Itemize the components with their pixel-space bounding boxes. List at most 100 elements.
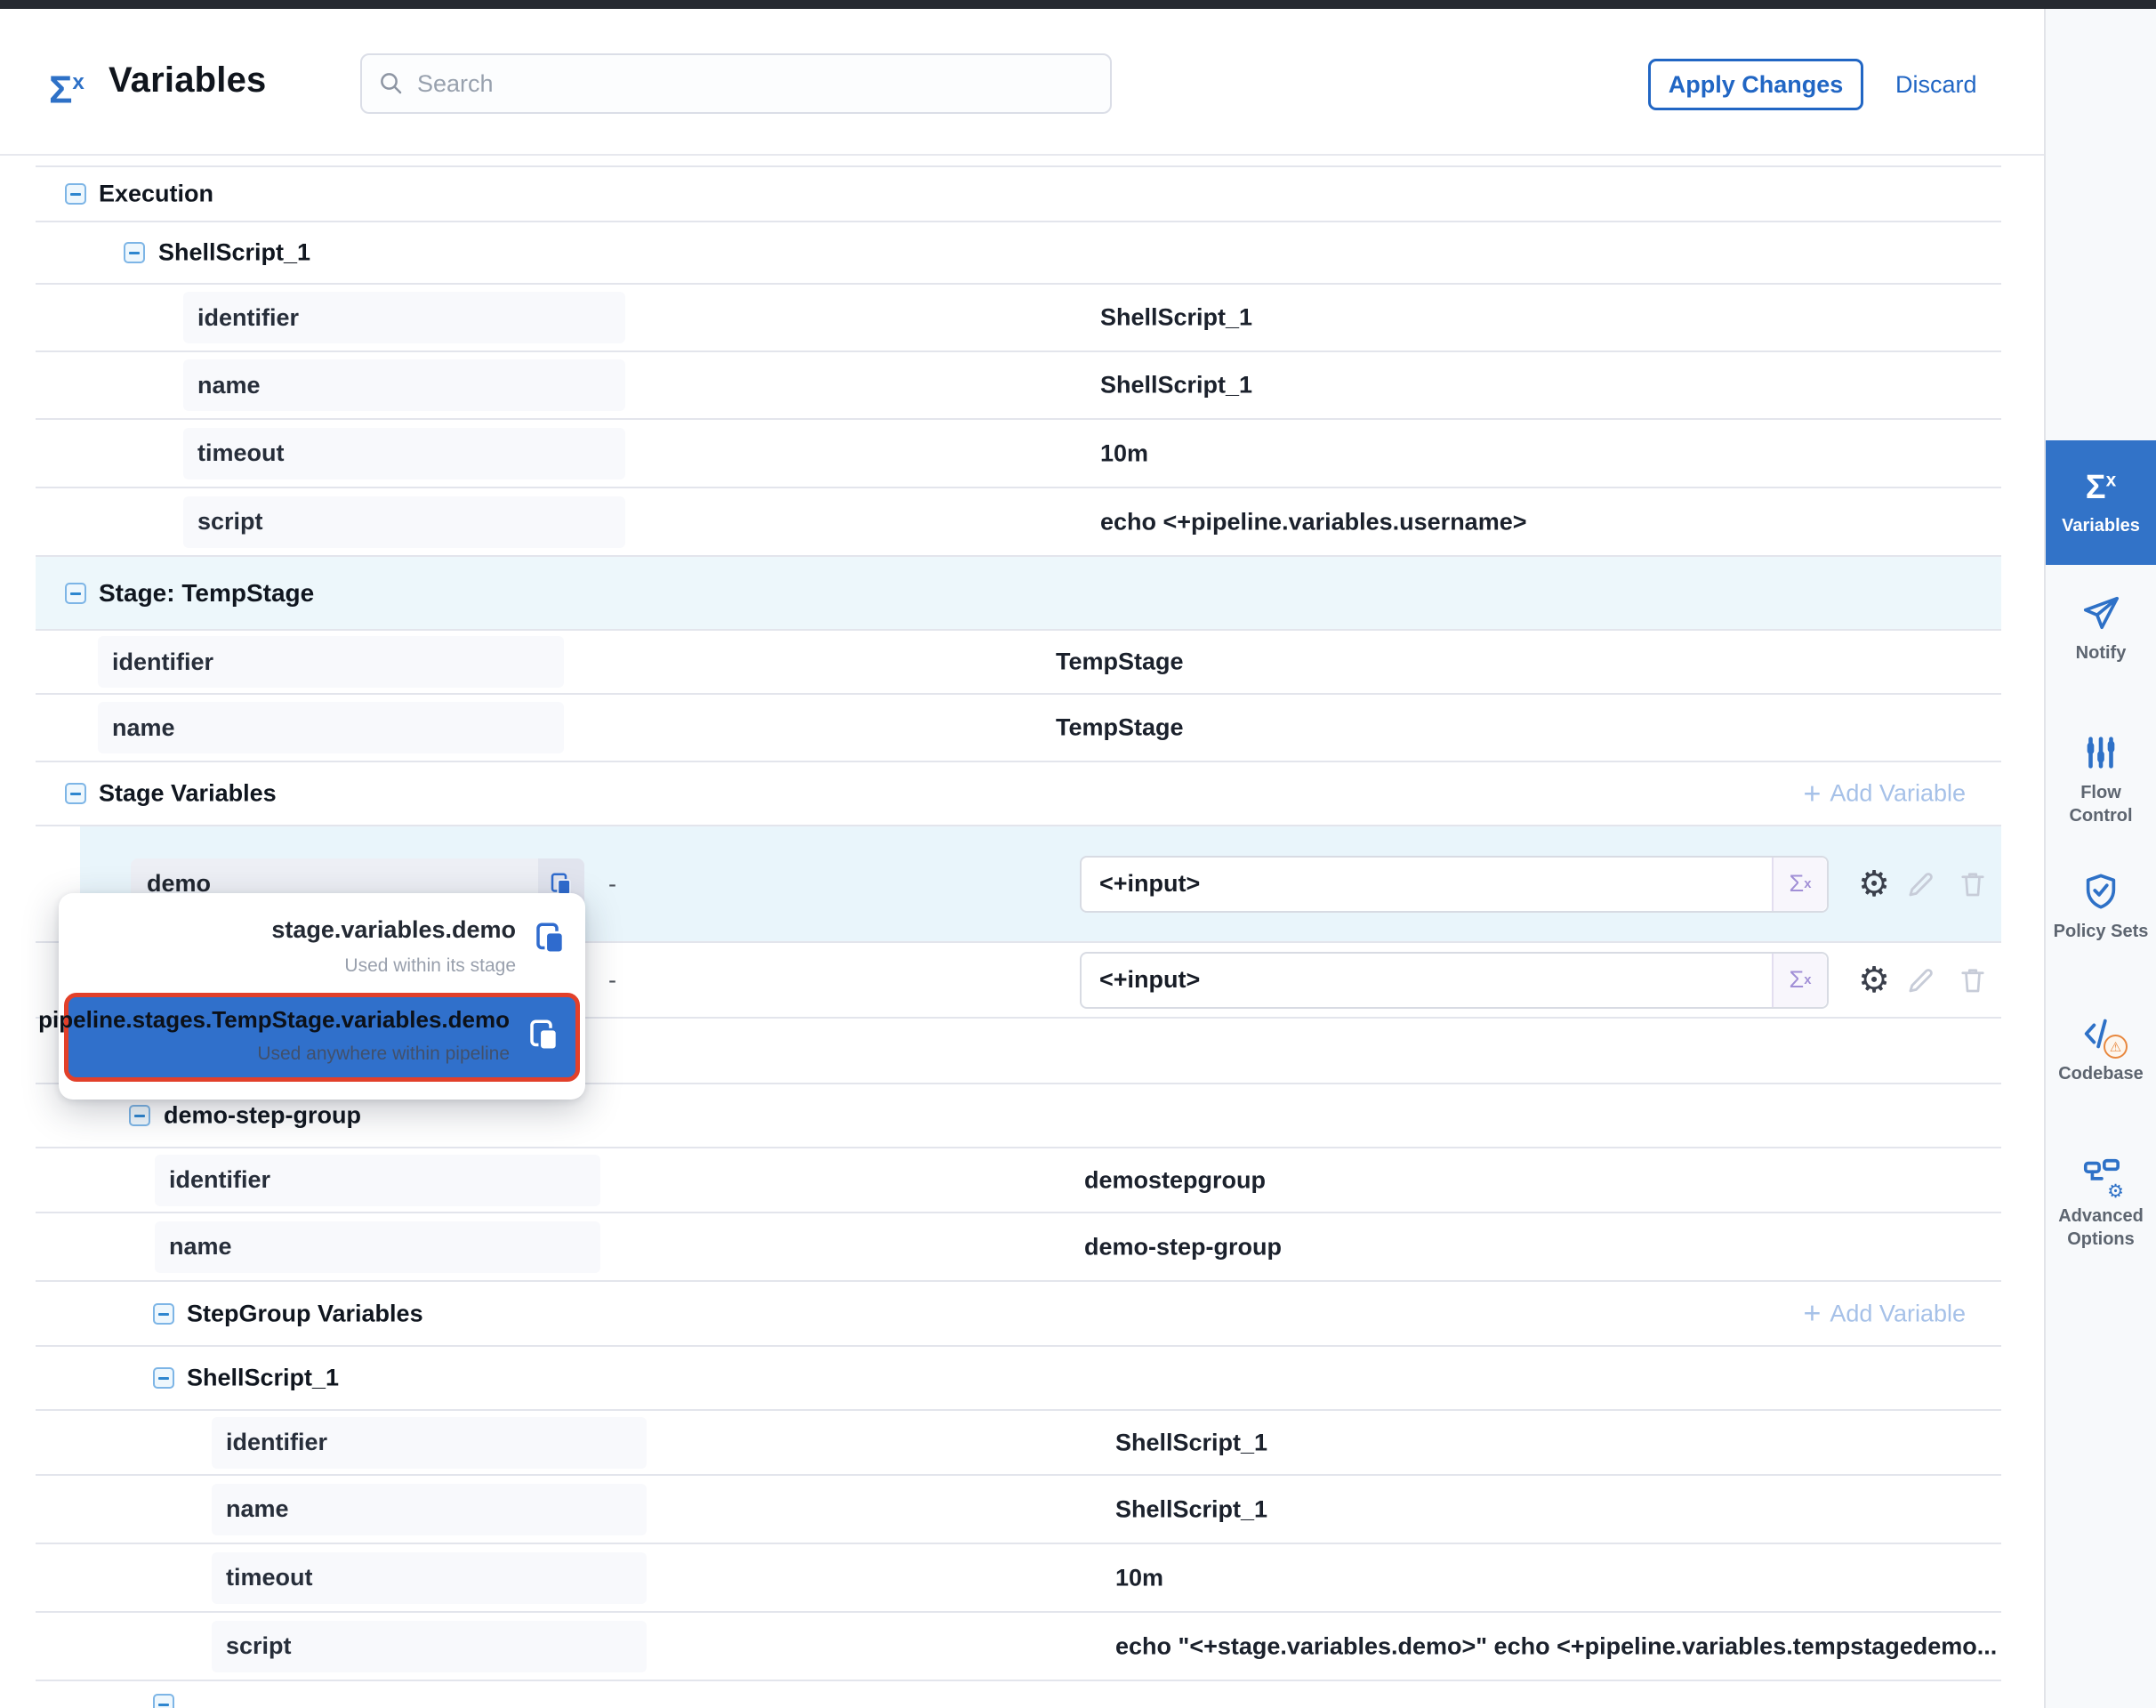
variable-type-dash: - bbox=[608, 966, 616, 994]
gear-icon: ⚙ bbox=[2107, 1180, 2124, 1203]
variables-panel-screen: Σx Variables Apply Changes Discard Execu… bbox=[0, 0, 2156, 1708]
partial-row-cutoff bbox=[36, 1681, 2001, 1708]
variable-settings-button[interactable]: ⚙ bbox=[1855, 866, 1893, 903]
field-row-sgstep-timeout: timeout 10m bbox=[36, 1544, 2001, 1613]
collapse-icon-stepgroup-variables[interactable] bbox=[153, 1303, 174, 1325]
search-input[interactable] bbox=[417, 70, 1094, 98]
collapse-icon-demo-step-group[interactable] bbox=[129, 1105, 150, 1126]
field-value-script: echo <+pipeline.variables.username> bbox=[1100, 508, 1527, 536]
collapse-icon-shellscript1[interactable] bbox=[124, 242, 145, 263]
trash-icon bbox=[1957, 964, 1989, 996]
stepgroup-variables-label: StepGroup Variables bbox=[187, 1300, 423, 1327]
pipeline-right-sidebar: Σx Variables Notify Flow Control Policy … bbox=[2044, 9, 2156, 1708]
stage-identifier-label: identifier bbox=[98, 636, 564, 688]
field-row-sg-name: name demo-step-group bbox=[36, 1213, 2001, 1282]
field-row-script: script echo <+pipeline.variables.usernam… bbox=[36, 488, 2001, 557]
collapse-icon-stage-variables[interactable] bbox=[65, 783, 86, 804]
add-variable-button-stepgroup[interactable]: + Add Variable bbox=[1804, 1300, 1966, 1327]
field-row-identifier: identifier ShellScript_1 bbox=[36, 285, 2001, 352]
expression-option-pipeline-scope-selected[interactable]: pipeline.stages.TempStage.variables.demo… bbox=[64, 993, 580, 1082]
field-row-stage-identifier: identifier TempStage bbox=[36, 631, 2001, 695]
header-divider bbox=[0, 154, 2044, 156]
field-row-sg-identifier: identifier demostepgroup bbox=[36, 1148, 2001, 1213]
sgstep-name-value: ShellScript_1 bbox=[1115, 1495, 1267, 1523]
collapse-icon-sg-shellscript1[interactable] bbox=[153, 1367, 174, 1389]
tree-node-execution: Execution bbox=[36, 167, 2001, 222]
field-row-timeout: timeout 10m bbox=[36, 420, 2001, 488]
copy-expression-button[interactable] bbox=[532, 920, 569, 962]
plus-icon: + bbox=[1804, 1301, 1822, 1327]
delete-variable-button[interactable] bbox=[1954, 866, 1991, 903]
shield-check-icon bbox=[2080, 870, 2122, 913]
variable-settings-button[interactable]: ⚙ bbox=[1855, 962, 1893, 999]
add-variable-button-stage[interactable]: + Add Variable bbox=[1804, 780, 1966, 808]
delete-variable-button[interactable] bbox=[1954, 962, 1991, 999]
collapse-icon-execution[interactable] bbox=[65, 183, 86, 205]
field-row-sgstep-identifier: identifier ShellScript_1 bbox=[36, 1411, 2001, 1476]
collapse-icon-stage[interactable] bbox=[65, 583, 86, 604]
field-value-identifier: ShellScript_1 bbox=[1100, 304, 1252, 332]
sg-identifier-label: identifier bbox=[155, 1155, 600, 1206]
stage-name-label: name bbox=[98, 702, 564, 753]
code-icon: ⚠ bbox=[2080, 1012, 2122, 1055]
sgstep-name-label: name bbox=[212, 1484, 647, 1535]
sliders-icon bbox=[2080, 731, 2122, 774]
paper-plane-icon bbox=[2080, 592, 2122, 634]
sidebar-item-codebase[interactable]: ⚠ Codebase bbox=[2046, 1012, 2156, 1119]
edit-variable-button[interactable] bbox=[1902, 866, 1939, 903]
apply-changes-button[interactable]: Apply Changes bbox=[1648, 59, 1863, 110]
field-label-name: name bbox=[183, 359, 625, 411]
plus-icon: + bbox=[1804, 780, 1822, 807]
variable-value-input-2[interactable]: <+input> Σx bbox=[1080, 952, 1829, 1009]
sidebar-item-variables[interactable]: Σx Variables bbox=[2046, 440, 2156, 565]
pencil-icon bbox=[1903, 963, 1937, 997]
edit-variable-button[interactable] bbox=[1902, 962, 1939, 999]
stage-identifier-value: TempStage bbox=[1056, 649, 1184, 676]
variable-expression-popover: stage.variables.demo Used within its sta… bbox=[59, 893, 585, 1100]
warning-icon: ⚠ bbox=[2104, 1035, 2128, 1059]
sg-identifier-value: demostepgroup bbox=[1084, 1166, 1266, 1194]
stage-label: Stage: TempStage bbox=[99, 579, 314, 608]
flowchart-gear-icon: ⚙ bbox=[2080, 1155, 2122, 1197]
collapse-icon-partial[interactable] bbox=[153, 1694, 174, 1708]
sgstep-script-label: script bbox=[212, 1621, 647, 1672]
trash-icon bbox=[1957, 868, 1989, 900]
sidebar-item-advanced-options[interactable]: ⚙ Advanced Options bbox=[2046, 1155, 2156, 1279]
demo-step-group-label: demo-step-group bbox=[164, 1102, 361, 1130]
sg-shellscript1-label: ShellScript_1 bbox=[187, 1365, 339, 1392]
copy-expression-button[interactable] bbox=[526, 1017, 563, 1059]
variables-sigma-icon: Σx bbox=[49, 60, 84, 114]
sidebar-item-policy-sets[interactable]: Policy Sets bbox=[2046, 870, 2156, 1003]
sidebar-item-notify[interactable]: Notify bbox=[2046, 592, 2156, 698]
panel-header: Σx Variables Apply Changes Discard bbox=[0, 9, 2044, 156]
variable-type-dash: - bbox=[608, 870, 616, 898]
section-header-stage-variables: Stage Variables + Add Variable bbox=[36, 762, 2001, 826]
field-label-identifier: identifier bbox=[183, 292, 625, 343]
field-row-sgstep-script: script echo "<+stage.variables.demo>" ec… bbox=[36, 1613, 2001, 1681]
field-value-timeout: 10m bbox=[1100, 439, 1148, 467]
tree-node-stage-tempstage: Stage: TempStage bbox=[36, 557, 2001, 631]
shellscript1-label: ShellScript_1 bbox=[158, 239, 310, 267]
runtime-input-toggle[interactable]: Σx bbox=[1772, 954, 1827, 1007]
sidebar-item-flow-control[interactable]: Flow Control bbox=[2046, 731, 2156, 856]
search-icon bbox=[378, 70, 405, 97]
copy-icon bbox=[532, 920, 569, 957]
sg-name-label: name bbox=[155, 1221, 600, 1273]
variable-value-input-demo[interactable]: <+input> Σx bbox=[1080, 856, 1829, 913]
copy-icon bbox=[526, 1017, 563, 1054]
field-row-stage-name: name TempStage bbox=[36, 695, 2001, 762]
sgstep-identifier-label: identifier bbox=[212, 1417, 647, 1469]
execution-label: Execution bbox=[99, 181, 213, 208]
tree-node-shellscript1: ShellScript_1 bbox=[36, 222, 2001, 285]
discard-button[interactable]: Discard bbox=[1895, 71, 1977, 99]
sgstep-timeout-label: timeout bbox=[212, 1552, 647, 1604]
tree-node-sg-shellscript1: ShellScript_1 bbox=[36, 1347, 2001, 1411]
field-value-name: ShellScript_1 bbox=[1100, 372, 1252, 399]
search-box[interactable] bbox=[360, 53, 1112, 114]
runtime-input-toggle[interactable]: Σx bbox=[1772, 858, 1827, 911]
stage-variables-label: Stage Variables bbox=[99, 780, 277, 808]
expression-option-stage-scope[interactable]: stage.variables.demo Used within its sta… bbox=[59, 893, 585, 987]
window-top-bar bbox=[0, 0, 2156, 9]
page-title: Variables bbox=[109, 60, 266, 101]
sg-name-value: demo-step-group bbox=[1084, 1233, 1282, 1261]
